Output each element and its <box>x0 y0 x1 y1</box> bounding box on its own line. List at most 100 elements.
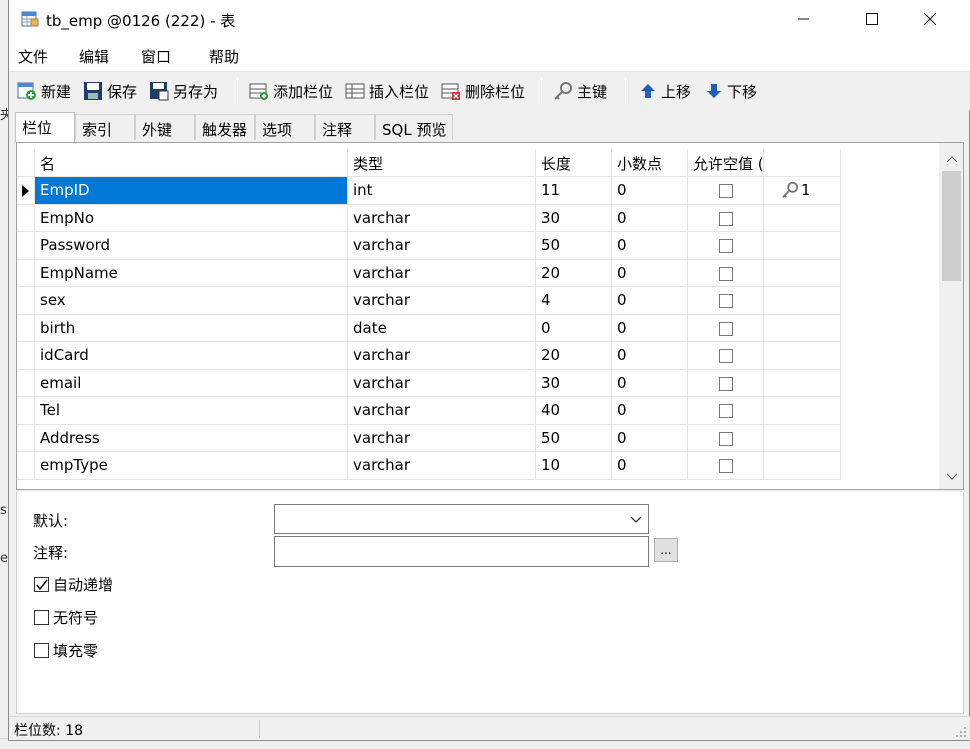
cell-type[interactable]: varchar <box>348 397 536 425</box>
cell-length[interactable]: 20 <box>536 259 612 287</box>
cell-name[interactable]: Tel <box>35 397 348 425</box>
cell-length[interactable]: 10 <box>536 452 612 480</box>
cell-decimal[interactable]: 0 <box>612 424 688 452</box>
row-indicator[interactable] <box>17 397 35 425</box>
column-header-length[interactable]: 长度 <box>536 149 612 177</box>
cell-decimal[interactable]: 0 <box>612 314 688 342</box>
allow-null-checkbox[interactable] <box>719 184 733 198</box>
cell-decimal[interactable]: 0 <box>612 452 688 480</box>
cell-key[interactable] <box>764 232 841 260</box>
cell-type[interactable]: varchar <box>348 452 536 480</box>
allow-null-checkbox[interactable] <box>719 376 733 391</box>
cell-length[interactable]: 20 <box>536 342 612 370</box>
cell-name[interactable]: EmpName <box>35 259 348 287</box>
column-header-name[interactable]: 名 <box>35 149 348 177</box>
cell-name[interactable]: EmpNo <box>35 204 348 232</box>
vertical-scrollbar[interactable] <box>939 143 963 489</box>
primary-key-button[interactable]: 主键 <box>553 79 607 103</box>
cell-type[interactable]: varchar <box>348 232 536 260</box>
menu-edit[interactable]: 编辑 <box>79 46 109 67</box>
cell-decimal[interactable]: 0 <box>612 177 688 205</box>
tab-fields[interactable]: 栏位 <box>15 112 75 142</box>
move-up-button[interactable]: 上移 <box>639 79 691 103</box>
cell-length[interactable]: 0 <box>536 314 612 342</box>
cell-decimal[interactable]: 0 <box>612 369 688 397</box>
allow-null-checkbox[interactable] <box>719 239 733 253</box>
cell-key[interactable] <box>764 287 841 315</box>
auto-increment-checkbox[interactable]: 自动递增 <box>34 574 113 595</box>
tab-sql-preview[interactable]: SQL 预览 <box>375 114 453 140</box>
scroll-down-button[interactable] <box>939 465 963 489</box>
allow-null-checkbox[interactable] <box>719 459 733 473</box>
cell-decimal[interactable]: 0 <box>612 287 688 315</box>
cell-length[interactable]: 30 <box>536 204 612 232</box>
tab-indexes[interactable]: 索引 <box>75 114 135 140</box>
cell-name[interactable]: birth <box>35 314 348 342</box>
row-indicator[interactable] <box>17 232 35 260</box>
maximize-button[interactable] <box>849 0 895 38</box>
menu-file[interactable]: 文件 <box>18 46 48 67</box>
cell-decimal[interactable]: 0 <box>612 259 688 287</box>
row-indicator[interactable] <box>17 204 35 232</box>
cell-key[interactable] <box>764 369 841 397</box>
cell-key[interactable] <box>764 342 841 370</box>
cell-type[interactable]: varchar <box>348 369 536 397</box>
menu-help[interactable]: 帮助 <box>209 46 239 67</box>
new-button[interactable]: 新建 <box>17 79 71 103</box>
tab-triggers[interactable]: 触发器 <box>195 114 255 140</box>
resize-grip-icon[interactable] <box>953 724 967 738</box>
row-indicator[interactable] <box>17 259 35 287</box>
allow-null-checkbox[interactable] <box>719 321 733 336</box>
cell-decimal[interactable]: 0 <box>612 204 688 232</box>
scroll-up-button[interactable] <box>939 147 963 171</box>
cell-length[interactable]: 50 <box>536 424 612 452</box>
column-header-key[interactable] <box>764 149 841 177</box>
allow-null-checkbox[interactable] <box>719 211 733 226</box>
scroll-thumb[interactable] <box>942 171 961 281</box>
row-indicator[interactable] <box>17 314 35 342</box>
zerofill-checkbox[interactable]: 填充零 <box>34 640 98 661</box>
tab-foreign-keys[interactable]: 外键 <box>135 114 195 140</box>
allow-null-checkbox[interactable] <box>719 266 733 281</box>
cell-name[interactable]: EmpID <box>35 177 348 205</box>
column-header-type[interactable]: 类型 <box>348 149 536 177</box>
cell-decimal[interactable]: 0 <box>612 397 688 425</box>
cell-name[interactable]: sex <box>35 287 348 315</box>
save-as-button[interactable]: 另存为 <box>149 79 218 103</box>
delete-field-button[interactable]: 删除栏位 <box>441 79 525 103</box>
cell-key[interactable] <box>764 259 841 287</box>
cell-key[interactable] <box>764 397 841 425</box>
cell-name[interactable]: email <box>35 369 348 397</box>
row-indicator[interactable] <box>17 369 35 397</box>
row-indicator[interactable] <box>17 342 35 370</box>
default-select[interactable] <box>274 504 649 534</box>
cell-length[interactable]: 40 <box>536 397 612 425</box>
allow-null-checkbox[interactable] <box>719 404 733 418</box>
row-indicator[interactable] <box>17 424 35 452</box>
save-button[interactable]: 保存 <box>83 79 137 103</box>
cell-type[interactable]: date <box>348 314 536 342</box>
cell-length[interactable]: 4 <box>536 287 612 315</box>
cell-key[interactable]: 1 <box>764 177 841 205</box>
cell-key[interactable] <box>764 204 841 232</box>
cell-type[interactable]: varchar <box>348 424 536 452</box>
cell-name[interactable]: idCard <box>35 342 348 370</box>
allow-null-checkbox[interactable] <box>719 294 733 308</box>
cell-type[interactable]: int <box>348 177 536 205</box>
menu-window[interactable]: 窗口 <box>141 46 171 67</box>
row-indicator[interactable] <box>17 287 35 315</box>
tab-comment[interactable]: 注释 <box>315 114 375 140</box>
cell-decimal[interactable]: 0 <box>612 232 688 260</box>
comment-input[interactable] <box>274 536 649 567</box>
cell-key[interactable] <box>764 314 841 342</box>
move-down-button[interactable]: 下移 <box>705 79 757 103</box>
comment-ellipsis-button[interactable]: ... <box>654 538 678 562</box>
cell-decimal[interactable]: 0 <box>612 342 688 370</box>
cell-name[interactable]: Password <box>35 232 348 260</box>
tab-options[interactable]: 选项 <box>255 114 315 140</box>
row-indicator[interactable] <box>17 177 35 205</box>
allow-null-checkbox[interactable] <box>719 431 733 446</box>
minimize-button[interactable] <box>781 0 827 38</box>
column-header-decimal[interactable]: 小数点 <box>612 149 688 177</box>
allow-null-checkbox[interactable] <box>719 349 733 363</box>
